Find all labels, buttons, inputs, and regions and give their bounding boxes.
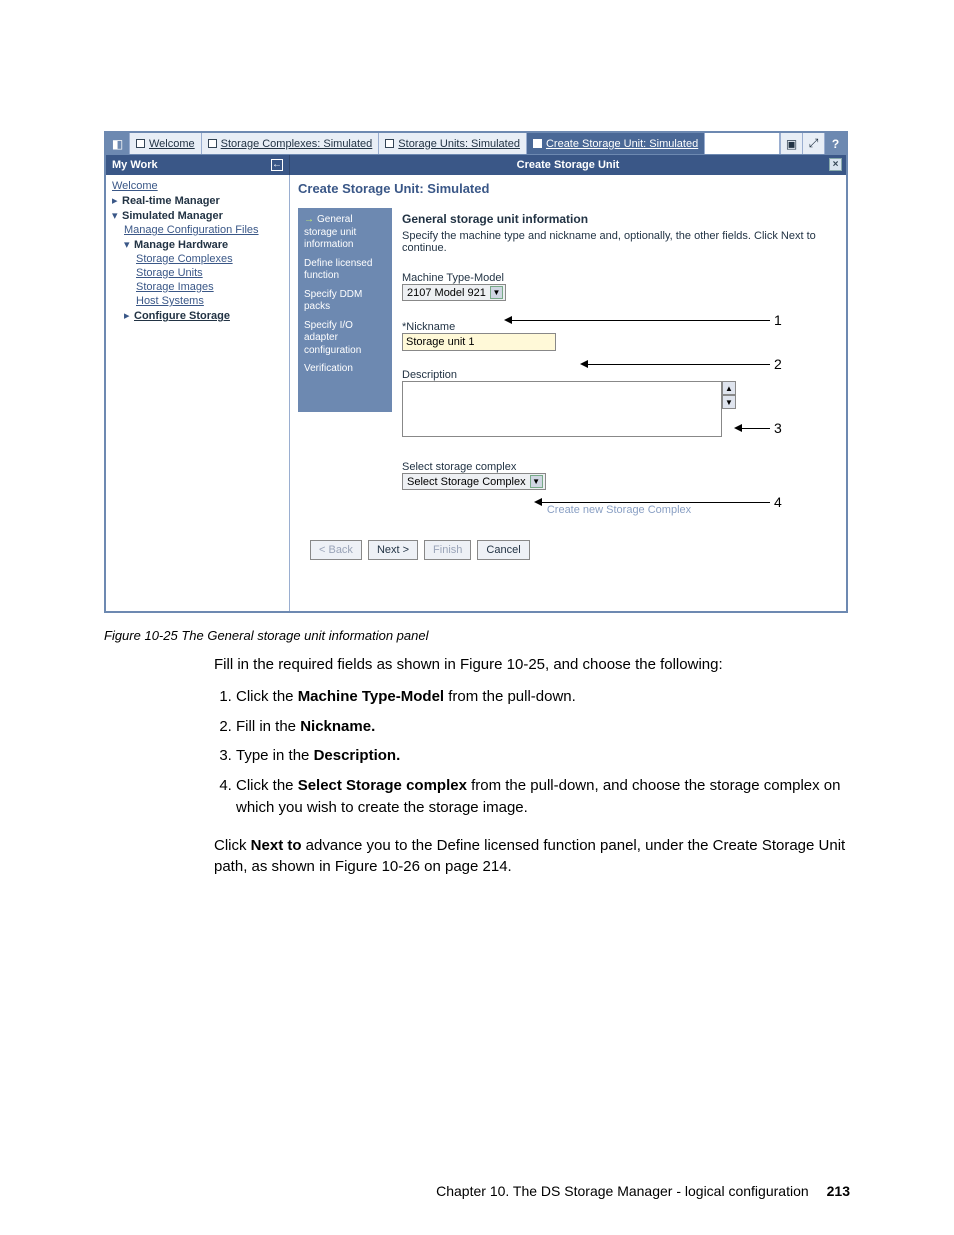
machine-type-label: Machine Type-Model [402,272,836,284]
tree-collapse-icon[interactable]: ▾ [124,238,134,251]
panel-header-row: My Work ← Create Storage Unit × [106,155,846,175]
callout-1: 1 [774,312,782,328]
step-3: Type in the Description. [236,745,848,767]
description-label: Description [402,369,836,381]
step-1: Click the Machine Type-Model from the pu… [236,686,848,708]
create-new-complex-link[interactable]: Create new Storage Complex [402,504,836,516]
tree-collapse-icon[interactable]: ▾ [112,209,122,222]
step-4: Click the Select Storage complex from th… [236,775,848,819]
nickname-input[interactable] [402,333,556,351]
storage-complex-value: Select Storage Complex [407,476,526,488]
nav-storage-units[interactable]: Storage Units [136,267,203,279]
nav-manage-config[interactable]: Manage Configuration Files [124,224,259,236]
figure-caption: Figure 10-25 The General storage unit in… [104,628,428,643]
machine-type-value: 2107 Model 921 [407,287,486,299]
content-header: Create Storage Unit × [290,155,846,175]
wizard-step-5: Verification [304,363,386,376]
nav-host-systems[interactable]: Host Systems [136,295,204,307]
wizard-step-2: Define licensed function [304,258,386,283]
nav-storage-complexes[interactable]: Storage Complexes [136,253,233,265]
toolbar-button-1[interactable]: ▣ [780,133,802,154]
select-complex-label: Select storage complex [402,461,836,473]
nav-storage-images[interactable]: Storage Images [136,281,214,293]
nav-configure-storage[interactable]: Configure Storage [134,310,230,322]
textarea-scrollbar[interactable]: ▲ ▼ [722,381,736,409]
content-title: Create Storage Unit [517,159,620,171]
form-heading: General storage unit information [402,212,836,226]
scroll-down-icon[interactable]: ▼ [722,395,736,409]
storage-complex-select[interactable]: Select Storage Complex ▼ [402,473,546,490]
callout-4: 4 [774,494,782,510]
wizard-step-4: Specify I/O adapter configuration [304,320,386,358]
tree-expand-icon[interactable]: ▸ [112,194,122,207]
current-step-arrow-icon: → [304,214,314,225]
sidebar-title: My Work [112,159,158,171]
tab-create-storage-unit[interactable]: Create Storage Unit: Simulated [527,133,705,154]
tab-bar: ◧ Welcome Storage Complexes: Simulated S… [106,133,846,155]
scroll-up-icon[interactable]: ▲ [722,381,736,395]
navigation-tree: Welcome ▸Real-time Manager ▾Simulated Ma… [106,175,290,611]
page-title: Create Storage Unit: Simulated [298,181,846,208]
nav-manage-hardware[interactable]: Manage Hardware [134,239,228,251]
close-icon[interactable]: × [829,158,842,171]
dropdown-icon: ▼ [530,475,543,488]
nav-welcome[interactable]: Welcome [112,180,158,192]
wizard-step-1: →General storage unit information [304,214,386,252]
sidebar-collapse-icon[interactable]: ← [271,159,283,171]
form-description: Specify the machine type and nickname an… [402,230,836,254]
nickname-label: *Nickname [402,321,836,333]
tab-storage-units[interactable]: Storage Units: Simulated [379,133,527,154]
description-textarea[interactable] [402,381,722,437]
callout-2: 2 [774,356,782,372]
main-content: Create Storage Unit: Simulated →General … [290,175,846,611]
app-menu-icon[interactable]: ◧ [106,133,130,154]
back-button[interactable]: < Back [310,540,362,560]
intro-text: Fill in the required fields as shown in … [214,654,848,676]
machine-type-select[interactable]: 2107 Model 921 ▼ [402,284,506,301]
sidebar-header: My Work ← [106,155,290,175]
toolbar-button-2[interactable]: ⤢ [802,133,824,154]
page-footer: Chapter 10. The DS Storage Manager - log… [0,1183,954,1199]
document-body-text: Fill in the required fields as shown in … [214,654,848,878]
wizard-steps: →General storage unit information Define… [298,208,392,412]
finish-button[interactable]: Finish [424,540,471,560]
nav-realtime-manager[interactable]: Real-time Manager [122,195,220,207]
dropdown-icon: ▼ [490,286,503,299]
wizard-button-row: < Back Next > Finish Cancel [310,540,846,560]
wizard-form: General storage unit information Specify… [392,208,846,524]
next-button[interactable]: Next > [368,540,418,560]
tab-welcome[interactable]: Welcome [130,133,202,154]
footer-page-number: 213 [827,1183,850,1199]
help-button[interactable]: ? [824,133,846,154]
outro-text: Click Next to advance you to the Define … [214,835,848,879]
nav-simulated-manager[interactable]: Simulated Manager [122,210,223,222]
wizard-step-3: Specify DDM packs [304,289,386,314]
cancel-button[interactable]: Cancel [477,540,529,560]
step-2: Fill in the Nickname. [236,716,848,738]
tab-storage-complexes[interactable]: Storage Complexes: Simulated [202,133,380,154]
app-screenshot: ◧ Welcome Storage Complexes: Simulated S… [104,131,848,613]
footer-chapter: Chapter 10. The DS Storage Manager - log… [436,1183,809,1199]
callout-3: 3 [774,420,782,436]
tree-expand-icon[interactable]: ▸ [124,309,134,322]
